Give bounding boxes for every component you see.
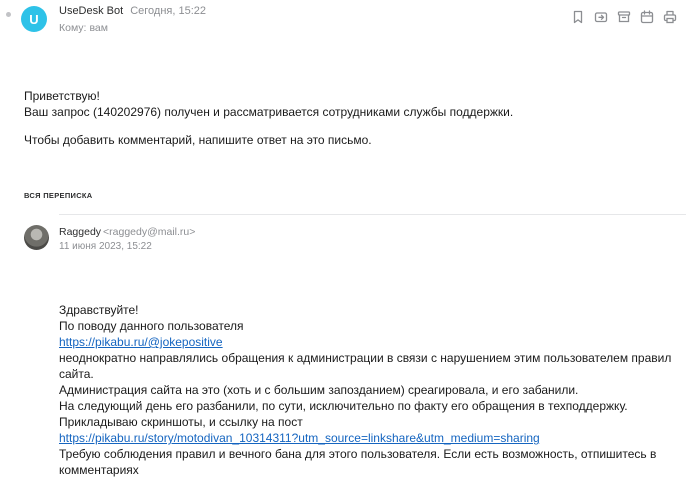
quoted-line: Прикладываю скриншоты, и ссылку на пост [59,415,303,429]
quoted-line: На следующий день его разбанили, по сути… [59,399,628,413]
quoted-line: Администрация сайта на это (хоть и с бол… [59,383,579,397]
recipient-line: Кому: вам [59,22,108,34]
sender-name[interactable]: UseDesk Bot [59,5,123,17]
to-value[interactable]: вам [89,22,108,34]
quoted-line: Здравствуйте! [59,303,139,317]
calendar-icon[interactable] [638,8,655,25]
bookmark-icon[interactable] [569,8,586,25]
message-date: Сегодня, 15:22 [130,5,206,17]
sender-line: UseDesk Bot Сегодня, 15:22 [59,5,206,17]
message-toolbar [569,8,678,25]
quoted-line: По поводу данного пользователя [59,319,244,333]
quoted-message-date: 11 июня 2023, 15:22 [59,241,152,252]
quoted-sender-line: Raggedy <raggedy@mail.ru> [59,226,195,238]
quoted-sender-email[interactable]: <raggedy@mail.ru> [103,226,195,238]
print-icon[interactable] [661,8,678,25]
forward-icon[interactable] [592,8,609,25]
to-label: Кому: [59,22,87,34]
user-profile-link[interactable]: https://pikabu.ru/@jokepositive [59,335,223,349]
reply-instruction-line: Чтобы добавить комментарий, напишите отв… [24,133,372,147]
quoted-line: неоднократно направлялись обращения к ад… [59,351,672,381]
quoted-sender-avatar [24,225,49,250]
unread-dot [6,12,11,17]
quoted-message-body: Здравствуйте! По поводу данного пользова… [59,302,679,478]
request-status-line: Ваш запрос (140202976) получен и рассмат… [24,105,514,119]
quoted-line: Требую соблюдения правил и вечного бана … [59,447,657,477]
post-link[interactable]: https://pikabu.ru/story/motodivan_103143… [59,431,540,445]
message-body: Приветствую! Ваш запрос (140202976) полу… [24,88,513,148]
archive-icon[interactable] [615,8,632,25]
thread-divider [59,214,686,215]
quoted-sender-name[interactable]: Raggedy [59,226,101,238]
sender-avatar: U [21,6,47,32]
thread-header: ВСЯ ПЕРЕПИСКА [24,191,93,200]
greeting-line: Приветствую! [24,89,100,103]
